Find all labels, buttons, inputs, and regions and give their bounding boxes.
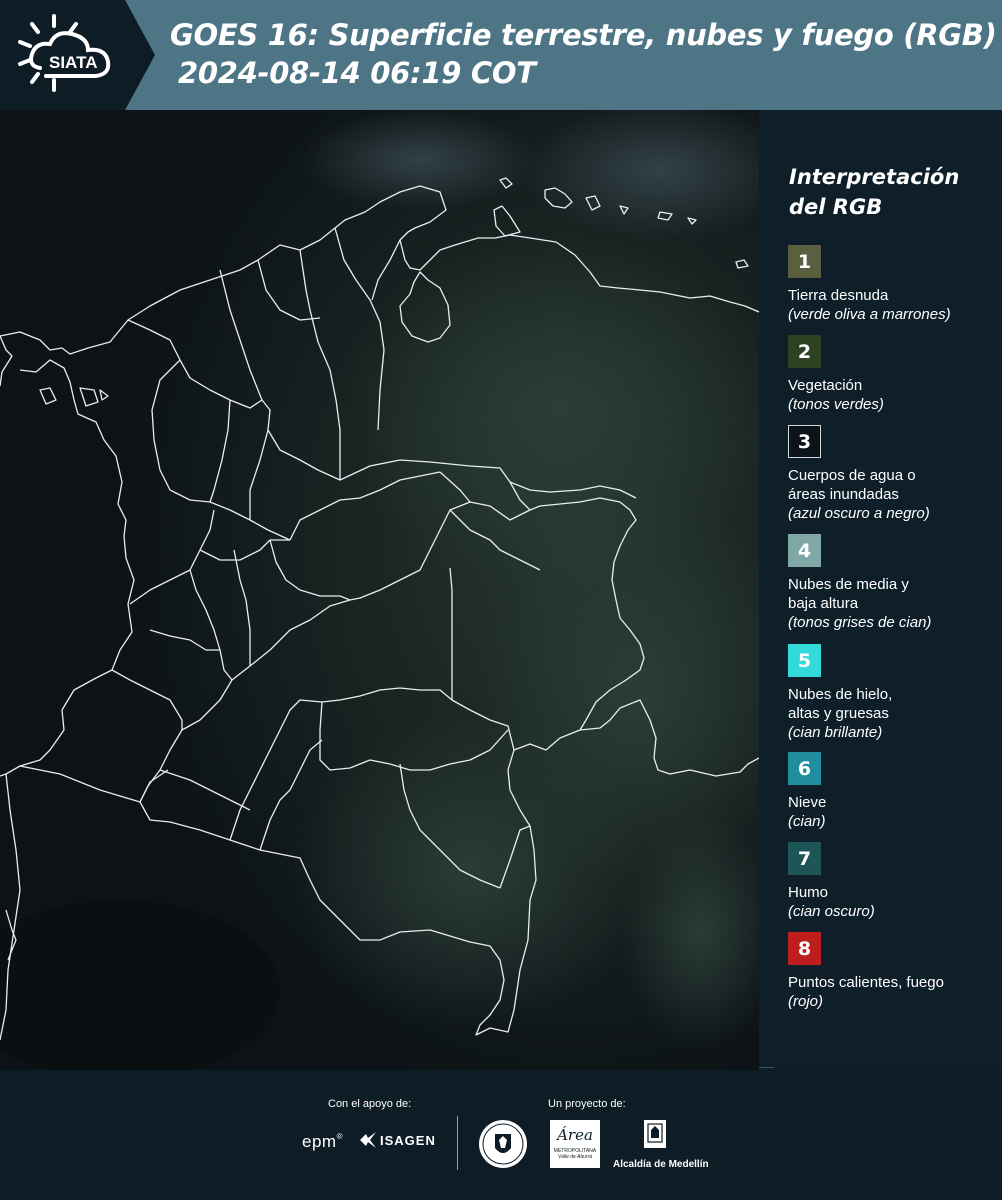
legend-swatch: 2 bbox=[788, 335, 821, 368]
legend-label: Cuerpos de agua o áreas inundadas bbox=[788, 467, 916, 503]
alcaldia-coat-of-arms-icon bbox=[644, 1120, 666, 1148]
legend-label: Nubes de hielo, altas y gruesas bbox=[788, 686, 893, 722]
map-title-line1: GOES 16: Superficie terrestre, nubes y f… bbox=[170, 18, 997, 52]
legend-item-smoke: 7 Humo (cian oscuro) bbox=[788, 842, 998, 921]
area-logo-sub2: Valle de Aburrá bbox=[557, 1154, 593, 1160]
legend-item-water: 3 Cuerpos de agua o áreas inundadas (azu… bbox=[788, 425, 998, 523]
legend-sub: (cian oscuro) bbox=[788, 903, 875, 920]
legend-item-ice-clouds: 5 Nubes de hielo, altas y gruesas (cian … bbox=[788, 644, 998, 742]
legend-swatch: 5 bbox=[788, 644, 821, 677]
legend-swatch: 1 bbox=[788, 245, 821, 278]
legend-sub: (azul oscuro a negro) bbox=[788, 505, 930, 522]
legend-label: Vegetación bbox=[788, 377, 863, 394]
satellite-map bbox=[0, 110, 759, 1070]
project-label: Un proyecto de: bbox=[548, 1098, 626, 1110]
siata-logo: SIATA bbox=[18, 14, 111, 92]
legend-swatch: 6 bbox=[788, 752, 821, 785]
area-logo-text: Área bbox=[557, 1126, 593, 1144]
legend-swatch: 8 bbox=[788, 932, 821, 965]
medellin-seal-icon bbox=[479, 1120, 527, 1168]
isagen-icon bbox=[360, 1132, 376, 1148]
support-label: Con el apoyo de: bbox=[328, 1098, 412, 1110]
legend-bottom-line bbox=[759, 1067, 774, 1068]
legend-item-mid-low-clouds: 4 Nubes de media y baja altura (tonos gr… bbox=[788, 534, 998, 632]
header-bar: SIATA GOES 16: Superficie terrestre, nub… bbox=[0, 0, 1002, 110]
alcaldia-logo-text: Alcaldía de Medellín bbox=[613, 1159, 709, 1170]
legend-item-bare-soil: 1 Tierra desnuda (verde oliva a marrones… bbox=[788, 245, 998, 324]
legend-sub: (rojo) bbox=[788, 993, 824, 1010]
legend-label: Puntos calientes, fuego bbox=[788, 974, 944, 991]
footer-divider bbox=[457, 1116, 458, 1170]
legend-item-fire: 8 Puntos calientes, fuego (rojo) bbox=[788, 932, 998, 1011]
legend-swatch: 4 bbox=[788, 534, 821, 567]
legend-label: Tierra desnuda bbox=[788, 287, 889, 304]
legend-item-vegetation: 2 Vegetación (tonos verdes) bbox=[788, 335, 998, 414]
epm-logo-text: epm bbox=[302, 1132, 337, 1151]
legend-sub: (verde oliva a marrones) bbox=[788, 306, 951, 323]
legend-sub: (tonos verdes) bbox=[788, 396, 884, 413]
legend-panel: Interpretación del RGB 1 Tierra desnuda … bbox=[759, 110, 1002, 1070]
legend-swatch: 7 bbox=[788, 842, 821, 875]
satellite-image bbox=[0, 110, 759, 1070]
map-title-line2: 2024-08-14 06:19 COT bbox=[178, 56, 536, 90]
legend-title-line1: Interpretación bbox=[789, 165, 960, 189]
legend-title: Interpretación del RGB bbox=[789, 162, 959, 222]
area-metropolitana-logo: Área METROPOLITANA Valle de Aburrá bbox=[550, 1120, 600, 1168]
siata-logo-text: SIATA bbox=[49, 53, 97, 72]
legend-sub: (tonos grises de cian) bbox=[788, 614, 932, 631]
legend-label: Nubes de media y baja altura bbox=[788, 576, 909, 612]
legend-label: Humo bbox=[788, 884, 829, 901]
map-title: GOES 16: Superficie terrestre, nubes y f… bbox=[170, 16, 997, 92]
epm-logo: epm® bbox=[302, 1132, 343, 1151]
legend-swatch: 3 bbox=[788, 425, 821, 458]
isagen-logo-text: ISAGEN bbox=[380, 1132, 436, 1148]
isagen-logo: ISAGEN bbox=[358, 1130, 436, 1150]
legend-item-snow: 6 Nieve (cian) bbox=[788, 752, 998, 831]
legend-title-line2: del RGB bbox=[789, 195, 883, 219]
legend-sub: (cian) bbox=[788, 813, 826, 830]
footer: Con el apoyo de: Un proyecto de: epm® IS… bbox=[0, 1070, 1002, 1200]
legend-label: Nieve bbox=[788, 794, 827, 811]
legend-sub: (cian brillante) bbox=[788, 724, 883, 741]
